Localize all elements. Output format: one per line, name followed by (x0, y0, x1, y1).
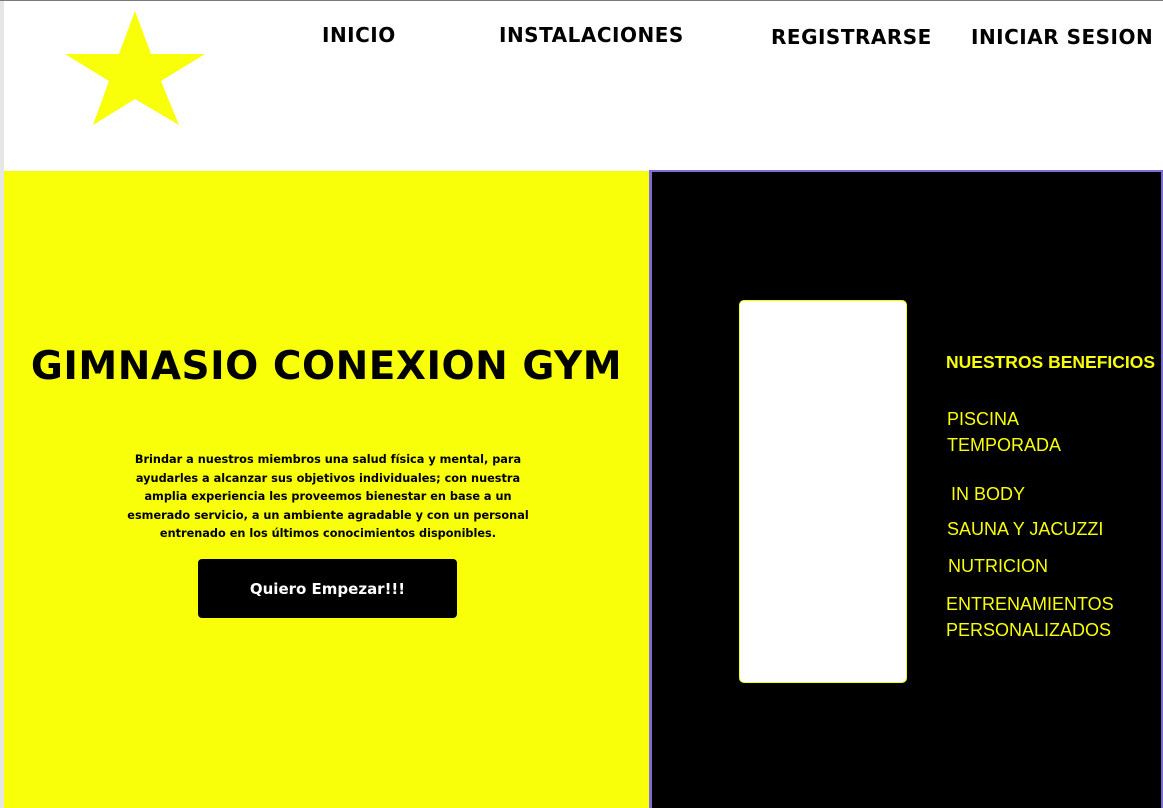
benefits-heading: NUESTROS BENEFICIOS (946, 352, 1156, 372)
start-button[interactable]: Quiero Empezar!!! (198, 559, 457, 618)
benefits-panel: NUESTROS BENEFICIOS PISCINA TEMPORADA IN… (649, 170, 1163, 808)
benefit-item-line: NUTRICION (948, 556, 1048, 576)
benefit-item-entrenamientos: ENTRENAMIENTOS PERSONALIZADOS (946, 591, 1114, 643)
benefit-item-line: PERSONALIZADOS (946, 620, 1112, 640)
nav-link-instalaciones[interactable]: INSTALACIONES (499, 23, 684, 47)
hero-section: GIMNASIO CONEXION GYM Brindar a nuestros… (4, 171, 649, 808)
hero-title: GIMNASIO CONEXION GYM (30, 344, 623, 389)
benefit-item-piscina: PISCINA TEMPORADA (947, 406, 1061, 458)
nav-link-iniciar-sesion[interactable]: INICIAR SESION (971, 25, 1153, 49)
benefit-item-sauna: SAUNA Y JACUZZI (947, 516, 1103, 542)
nav-link-registrarse[interactable]: REGISTRARSE (771, 25, 932, 49)
benefits-image-placeholder (739, 300, 907, 683)
benefit-item-line: PISCINA (947, 409, 1020, 429)
hero-description: Brindar a nuestros miembros una salud fí… (127, 453, 529, 540)
benefit-item-in-body: IN BODY (951, 481, 1025, 507)
page: INICIO INSTALACIONES REGISTRARSE INICIAR… (4, 1, 1163, 808)
benefit-item-line: SAUNA Y JACUZZI (947, 519, 1104, 539)
benefit-item-line: TEMPORADA (947, 435, 1062, 455)
star-logo-icon[interactable] (65, 11, 205, 125)
benefit-item-line: IN BODY (951, 484, 1026, 504)
benefit-item-line: ENTRENAMIENTOS (946, 594, 1114, 614)
nav-link-inicio[interactable]: INICIO (322, 23, 396, 47)
benefit-item-nutricion: NUTRICION (948, 553, 1048, 579)
